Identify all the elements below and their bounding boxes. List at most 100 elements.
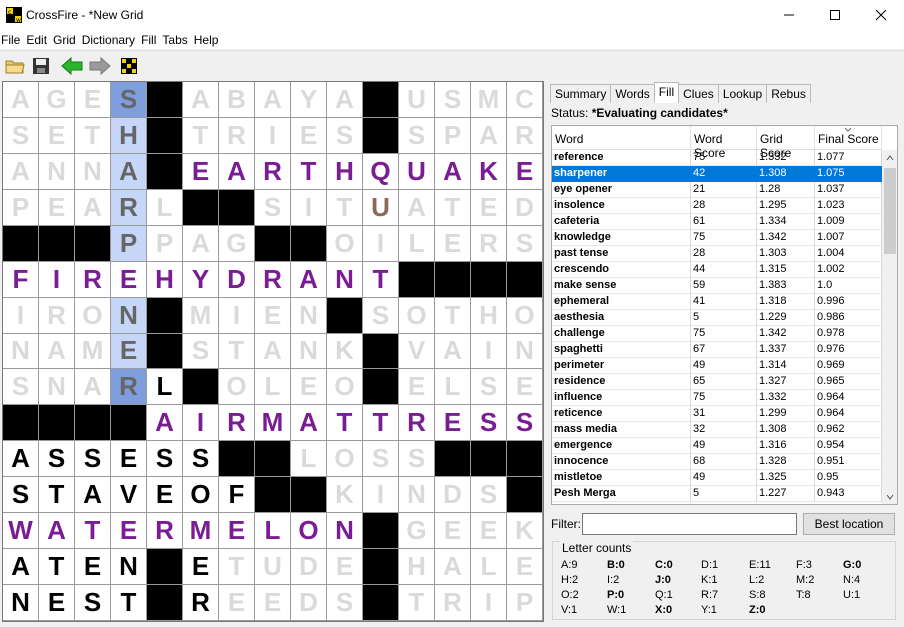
grid-cell[interactable]: L (255, 369, 291, 406)
candidate-row[interactable]: challenge 75 1.342 0.978 (552, 326, 882, 342)
grid-block-cell[interactable] (75, 225, 111, 262)
candidate-row[interactable]: perimeter 49 1.314 0.969 (552, 358, 882, 374)
grid-cell[interactable]: E (507, 549, 543, 586)
grid-cell[interactable]: A (435, 549, 471, 586)
grid-cell[interactable]: A (3, 82, 39, 118)
grid-cell[interactable]: A (435, 153, 471, 190)
grid-cell[interactable]: O (291, 513, 327, 550)
grid-cell[interactable]: A (255, 82, 291, 118)
grid-cell[interactable]: E (291, 117, 327, 154)
grid-cell[interactable]: S (75, 585, 111, 621)
grid-cell[interactable]: L (471, 549, 507, 586)
grid-cell[interactable]: S (363, 441, 399, 478)
grid-cell[interactable]: I (219, 297, 255, 334)
grid-cell[interactable]: D (507, 189, 543, 226)
grid-block-cell[interactable] (147, 585, 183, 621)
grid-cell[interactable]: P (3, 189, 39, 226)
grid-cell[interactable]: P (507, 585, 543, 621)
grid-cell[interactable]: K (327, 333, 363, 370)
grid-cell[interactable]: I (39, 261, 75, 298)
tab-lookup[interactable]: Lookup (717, 84, 768, 103)
grid-block-cell[interactable] (255, 477, 291, 514)
close-button[interactable] (858, 0, 904, 30)
grid-cell[interactable]: N (291, 333, 327, 370)
grid-cell[interactable]: S (327, 117, 363, 154)
grid-cell[interactable]: I (471, 333, 507, 370)
grid-cell[interactable]: S (471, 477, 507, 514)
column-grid-score[interactable]: Grid Score (757, 126, 815, 160)
grid-cell[interactable]: U (399, 153, 435, 190)
grid-block-cell[interactable] (111, 405, 147, 442)
grid-block-cell[interactable] (39, 405, 75, 442)
grid-cell[interactable]: I (363, 225, 399, 262)
grid-block-cell[interactable] (183, 189, 219, 226)
grid-block-cell[interactable] (507, 477, 543, 514)
grid-cell[interactable]: S (471, 369, 507, 406)
grid-cell[interactable]: N (111, 549, 147, 586)
grid-block-cell[interactable] (399, 261, 435, 298)
menu-grid[interactable]: Grid (53, 30, 82, 49)
grid-cell[interactable]: V (399, 333, 435, 370)
candidate-row[interactable]: sharpener 42 1.308 1.075 (552, 166, 882, 182)
grid-block-cell[interactable] (39, 225, 75, 262)
grid-cell[interactable]: L (147, 189, 183, 226)
back-button[interactable] (60, 56, 83, 76)
grid-cell[interactable]: T (363, 405, 399, 442)
candidate-row[interactable]: knowledge 75 1.342 1.007 (552, 230, 882, 246)
grid-cell[interactable]: T (435, 189, 471, 226)
crossword-grid[interactable]: AGESABAYAUSMCSETHTRIESSPARANNAEARTHQUAKE… (2, 81, 544, 622)
grid-cell[interactable]: A (471, 117, 507, 154)
grid-cell[interactable]: E (111, 513, 147, 550)
grid-cell[interactable]: T (39, 549, 75, 586)
grid-cell[interactable]: I (183, 405, 219, 442)
grid-cell[interactable]: S (507, 405, 543, 442)
grid-cell[interactable]: O (327, 441, 363, 478)
grid-cell[interactable]: S (147, 441, 183, 478)
grid-cell[interactable]: R (111, 189, 147, 226)
candidate-row[interactable]: Pesh Merga 5 1.227 0.943 (552, 486, 882, 502)
grid-block-cell[interactable] (363, 333, 399, 370)
grid-cell[interactable]: N (3, 585, 39, 621)
grid-cell[interactable]: M (183, 297, 219, 334)
grid-block-cell[interactable] (183, 369, 219, 406)
grid-cell[interactable]: R (507, 117, 543, 154)
candidate-row[interactable]: make sense 59 1.383 1.0 (552, 278, 882, 294)
grid-cell[interactable]: L (291, 441, 327, 478)
grid-cell[interactable]: E (219, 585, 255, 621)
grid-cell[interactable]: E (435, 513, 471, 550)
grid-cell[interactable]: R (111, 369, 147, 406)
grid-cell[interactable]: O (219, 369, 255, 406)
grid-block-cell[interactable] (291, 225, 327, 262)
grid-cell[interactable]: R (255, 153, 291, 190)
grid-cell[interactable]: R (435, 585, 471, 621)
tab-clues[interactable]: Clues (678, 84, 719, 103)
grid-cell[interactable]: M (75, 333, 111, 370)
grid-cell[interactable]: A (399, 189, 435, 226)
grid-cell[interactable]: I (3, 297, 39, 334)
grid-cell[interactable]: Y (183, 261, 219, 298)
grid-cell[interactable]: T (39, 477, 75, 514)
grid-cell[interactable]: S (39, 441, 75, 478)
candidate-row[interactable]: mistletoe 49 1.325 0.95 (552, 470, 882, 486)
grid-cell[interactable]: S (507, 225, 543, 262)
grid-cell[interactable]: G (39, 82, 75, 118)
menu-edit[interactable]: Edit (26, 30, 53, 49)
grid-block-cell[interactable] (471, 441, 507, 478)
grid-cell[interactable]: G (219, 225, 255, 262)
grid-cell[interactable]: A (183, 82, 219, 118)
candidate-row[interactable]: crescendo 44 1.315 1.002 (552, 262, 882, 278)
grid-cell[interactable]: T (399, 585, 435, 621)
maximize-button[interactable] (812, 0, 858, 30)
grid-block-cell[interactable] (507, 441, 543, 478)
grid-cell[interactable]: E (39, 117, 75, 154)
grid-cell[interactable]: T (363, 261, 399, 298)
grid-cell[interactable]: T (183, 117, 219, 154)
grid-cell[interactable]: O (507, 297, 543, 334)
grid-cell[interactable]: E (183, 549, 219, 586)
grid-cell[interactable]: S (363, 297, 399, 334)
grid-cell[interactable]: K (471, 153, 507, 190)
menu-tabs[interactable]: Tabs (162, 30, 193, 49)
grid-cell[interactable]: T (111, 585, 147, 621)
grid-cell[interactable]: N (3, 333, 39, 370)
grid-cell[interactable]: S (183, 441, 219, 478)
